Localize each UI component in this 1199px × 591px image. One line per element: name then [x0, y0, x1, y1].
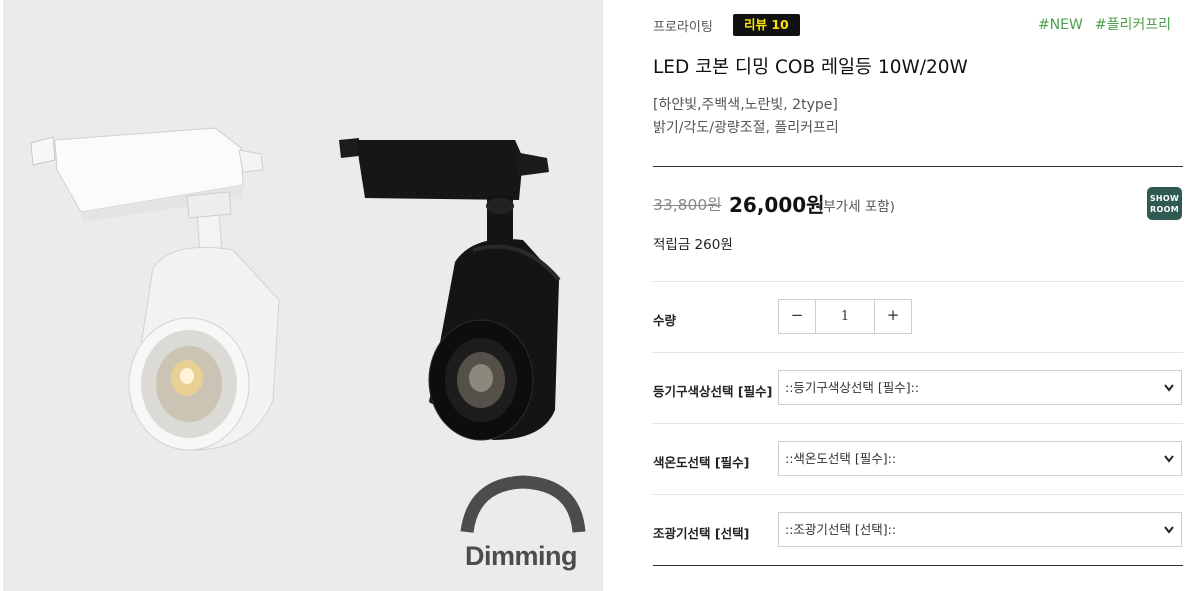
- color-temp-label: 색온도선택 [필수]: [653, 455, 750, 470]
- review-badge[interactable]: 리뷰 10: [733, 14, 800, 36]
- divider: [653, 352, 1183, 353]
- hashtag-flicker-free[interactable]: #플리커프리: [1095, 17, 1171, 33]
- black-light: [339, 138, 561, 441]
- color-temp-select[interactable]: ::색온도선택 [필수]::: [778, 441, 1182, 476]
- dimmer-label: 조광기선택 [선택]: [653, 526, 750, 541]
- white-light: [30, 127, 280, 451]
- hashtag-list: #NEW #플리커프리: [1026, 14, 1171, 34]
- divider: [653, 423, 1183, 424]
- product-image: Dimming: [3, 0, 603, 591]
- showroom-label-bottom: ROOM: [1150, 205, 1179, 214]
- dimmer-selected: ::조광기선택 [선택]::: [785, 522, 897, 537]
- divider: [653, 281, 1183, 282]
- product-title: LED 코본 디밍 COB 레일등 10W/20W: [653, 57, 968, 78]
- dimming-label: Dimming: [465, 541, 578, 571]
- body-color-selected: ::등기구색상선택 [필수]::: [785, 380, 920, 395]
- chevron-down-icon: [1164, 526, 1174, 534]
- sale-price: 26,000원: [729, 193, 825, 217]
- divider: [653, 565, 1183, 566]
- vat-note: (부가세 포함): [818, 199, 895, 215]
- showroom-button[interactable]: SHOW ROOM: [1147, 187, 1182, 220]
- product-info: 프로라이팅 리뷰 10 #NEW #플리커프리 LED 코본 디밍 COB 레일등…: [653, 0, 1183, 591]
- showroom-label-top: SHOW: [1149, 194, 1180, 203]
- original-price: 33,800원: [653, 196, 722, 214]
- quantity-label: 수량: [653, 313, 677, 328]
- quantity-stepper: − 1 +: [778, 299, 912, 334]
- quantity-input[interactable]: 1: [815, 300, 875, 333]
- track-light-illustration: [30, 127, 586, 534]
- divider: [653, 494, 1183, 495]
- product-subtitle-features: 밝기/각도/광량조절, 플리커프리: [653, 120, 839, 136]
- brand-name[interactable]: 프로라이팅: [653, 16, 713, 35]
- body-color-label: 등기구색상선택 [필수]: [653, 384, 773, 399]
- body-color-select[interactable]: ::등기구색상선택 [필수]::: [778, 370, 1182, 405]
- color-temp-selected: ::색온도선택 [필수]::: [785, 451, 897, 466]
- quantity-increase-button[interactable]: +: [875, 300, 911, 333]
- dimmer-select[interactable]: ::조광기선택 [선택]::: [778, 512, 1182, 547]
- chevron-down-icon: [1164, 384, 1174, 392]
- dimming-icon: [460, 475, 586, 534]
- quantity-decrease-button[interactable]: −: [779, 300, 815, 333]
- hashtag-new[interactable]: #NEW: [1038, 17, 1083, 33]
- chevron-down-icon: [1164, 455, 1174, 463]
- divider: [653, 166, 1183, 167]
- reward-points: 적립금 260원: [653, 237, 733, 253]
- product-subtitle-variants: [하얀빛,주백색,노란빛, 2type]: [653, 97, 838, 113]
